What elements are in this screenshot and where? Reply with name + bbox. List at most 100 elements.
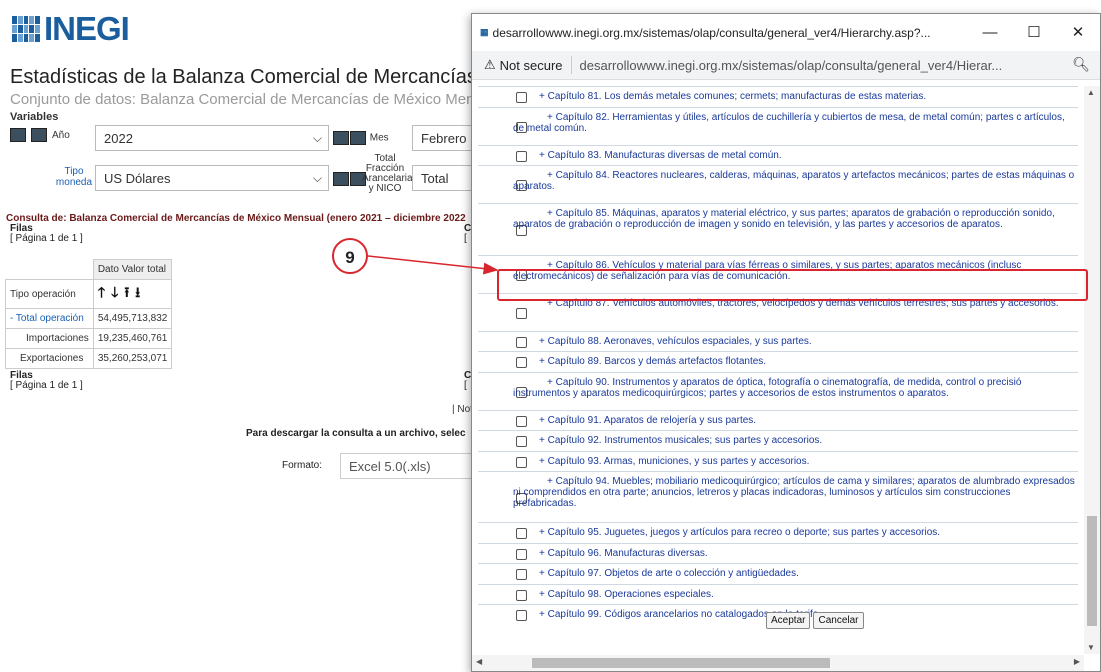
chapter-checkbox[interactable] bbox=[516, 357, 527, 368]
mes-select[interactable]: Febrero bbox=[412, 125, 474, 151]
address-bar[interactable]: ⚠ Not secure desarrollowww.inegi.org.mx/… bbox=[472, 51, 1100, 80]
fraccion-value: Total bbox=[421, 171, 449, 186]
logo-mark-icon bbox=[12, 16, 40, 42]
mes-label: Mes bbox=[369, 132, 389, 144]
chapter-checkbox[interactable] bbox=[516, 590, 527, 601]
warning-icon[interactable]: ⚠ bbox=[484, 57, 496, 73]
minimize-button[interactable]: — bbox=[968, 14, 1012, 51]
dimension-icon[interactable] bbox=[333, 131, 349, 145]
chapter-item[interactable]: + Capítulo 91. Aparatos de relojería y s… bbox=[478, 410, 1078, 431]
dialog-buttons: Aceptar Cancelar bbox=[766, 612, 864, 629]
chapter-list: + Capítulo 81. Los demás metales comunes… bbox=[472, 86, 1082, 654]
tipo-moneda-label[interactable]: Tipo moneda bbox=[54, 166, 94, 188]
vertical-scrollbar[interactable]: ▲ ▼ bbox=[1084, 86, 1100, 654]
formato-select[interactable]: Excel 5.0(.xls) bbox=[340, 453, 472, 479]
chevron-down-icon: ⌵ bbox=[312, 171, 322, 185]
chapter-checkbox[interactable] bbox=[516, 92, 527, 103]
anio-select[interactable]: 2022 ⌵ bbox=[95, 125, 329, 151]
chapter-item[interactable]: + Capítulo 89. Barcos y demás artefactos… bbox=[478, 351, 1078, 373]
not-secure-label[interactable]: Not secure bbox=[500, 58, 563, 73]
chapter-label: + Capítulo 82. Herramientas y útiles, ar… bbox=[513, 112, 1065, 134]
row-value: 54,495,713,832 bbox=[92, 308, 173, 329]
address-separator bbox=[570, 56, 572, 74]
chevron-down-icon: ⌵ bbox=[312, 131, 322, 145]
dimension-icon[interactable] bbox=[350, 131, 366, 145]
pagina-text: [ Página 1 de 1 ] bbox=[10, 233, 83, 244]
anio-label: Año bbox=[52, 129, 70, 141]
scroll-thumb[interactable] bbox=[1087, 516, 1097, 626]
pagina-text: [ Página 1 de 1 ] bbox=[10, 380, 83, 391]
filas-block: Filas [ Página 1 de 1 ] bbox=[10, 224, 83, 244]
chapter-label: + Capítulo 84. Reactores nucleares, cald… bbox=[513, 170, 1075, 192]
row-value: 35,260,253,071 bbox=[92, 348, 173, 369]
tipo-moneda-select[interactable]: US Dólares ⌵ bbox=[95, 165, 329, 191]
chapter-checkbox[interactable] bbox=[516, 457, 527, 468]
chapter-label: + Capítulo 83. Manufacturas diversas de … bbox=[539, 150, 782, 161]
chapter-label: + Capítulo 89. Barcos y demás artefactos… bbox=[539, 356, 767, 367]
tipo-moneda-value: US Dólares bbox=[104, 171, 171, 186]
row-label[interactable]: - Total operación bbox=[5, 308, 94, 329]
chapter-label: + Capítulo 88. Aeronaves, vehículos espa… bbox=[539, 336, 812, 347]
chapter-item[interactable]: + Capítulo 96. Manufacturas diversas. bbox=[478, 543, 1078, 564]
chapter-label: + Capítulo 85. Máquinas, aparatos y mate… bbox=[513, 208, 1055, 230]
dimension-icon[interactable] bbox=[31, 128, 47, 142]
site-favicon-icon: ▦ bbox=[480, 27, 489, 37]
logo-text: INEGI bbox=[44, 10, 130, 47]
chapter-checkbox[interactable] bbox=[516, 610, 527, 621]
header-dato: Dato Valor total bbox=[92, 259, 173, 280]
row-label: Exportaciones bbox=[5, 348, 94, 369]
popup-titlebar[interactable]: ▦ desarrollowww.inegi.org.mx/sistemas/ol… bbox=[472, 14, 1100, 51]
formato-value: Excel 5.0(.xls) bbox=[349, 459, 431, 474]
dimension-icon[interactable] bbox=[10, 128, 26, 142]
chapter-item[interactable]: + Capítulo 94. Muebles; mobiliario medic… bbox=[478, 471, 1078, 523]
chapter-item[interactable]: + Capítulo 85. Máquinas, aparatos y mate… bbox=[478, 203, 1078, 256]
dimension-icon[interactable] bbox=[333, 172, 349, 186]
chapter-label: + Capítulo 91. Aparatos de relojería y s… bbox=[539, 415, 757, 426]
chapter-item[interactable]: + Capítulo 93. Armas, municiones, y sus … bbox=[478, 451, 1078, 472]
accept-button[interactable]: Aceptar bbox=[766, 612, 811, 629]
chapter-checkbox[interactable] bbox=[516, 308, 527, 319]
close-button[interactable]: ✕ bbox=[1056, 14, 1100, 51]
chapter-label: + Capítulo 98. Operaciones especiales. bbox=[539, 589, 714, 600]
table-row: - Total operación 54,495,713,832 bbox=[5, 308, 173, 329]
cancel-button[interactable]: Cancelar bbox=[813, 612, 864, 629]
chapter-item[interactable]: + Capítulo 82. Herramientas y útiles, ar… bbox=[478, 107, 1078, 146]
url-text[interactable]: desarrollowww.inegi.org.mx/sistemas/olap… bbox=[580, 58, 1003, 73]
chapter-checkbox[interactable] bbox=[516, 569, 527, 580]
chapter-item[interactable]: + Capítulo 83. Manufacturas diversas de … bbox=[478, 145, 1078, 166]
highlight-box bbox=[497, 269, 1088, 301]
scroll-down-icon[interactable]: ▼ bbox=[1087, 643, 1095, 652]
scroll-left-icon[interactable]: ◀ bbox=[476, 657, 482, 666]
table-row: Exportaciones 35,260,253,071 bbox=[5, 348, 173, 369]
hscroll-thumb[interactable] bbox=[532, 658, 830, 668]
chapter-item[interactable]: + Capítulo 84. Reactores nucleares, cald… bbox=[478, 165, 1078, 204]
chapter-item[interactable]: + Capítulo 90. Instrumentos y aparatos d… bbox=[478, 372, 1078, 411]
chapter-checkbox[interactable] bbox=[516, 528, 527, 539]
columnas-pagina: [ bbox=[464, 380, 467, 391]
chapter-item[interactable]: + Capítulo 98. Operaciones especiales. bbox=[478, 584, 1078, 605]
chapter-item[interactable]: + Capítulo 88. Aeronaves, vehículos espa… bbox=[478, 331, 1078, 352]
chapter-checkbox[interactable] bbox=[516, 549, 527, 560]
zoom-icon[interactable]: 🔍︎ bbox=[1072, 56, 1090, 73]
sort-arrows[interactable]: 🡑🡓⭱⭳ bbox=[92, 279, 173, 309]
page-subtitle: Conjunto de datos: Balanza Comercial de … bbox=[10, 91, 482, 108]
row-label: Importaciones bbox=[5, 328, 94, 349]
horizontal-scrollbar[interactable]: ◀ ▶ bbox=[472, 655, 1084, 671]
row-value: 19,235,460,761 bbox=[92, 328, 173, 349]
variables-label: Variables bbox=[10, 111, 59, 123]
scroll-right-icon[interactable]: ▶ bbox=[1074, 657, 1080, 666]
chapter-checkbox[interactable] bbox=[516, 337, 527, 348]
chapter-item[interactable]: + Capítulo 92. Instrumentos musicales; s… bbox=[478, 430, 1078, 452]
chapter-item[interactable]: + Capítulo 97. Objetos de arte o colecci… bbox=[478, 563, 1078, 585]
chapter-item[interactable]: + Capítulo 81. Los demás metales comunes… bbox=[478, 86, 1078, 108]
scroll-up-icon[interactable]: ▲ bbox=[1087, 88, 1095, 97]
chapter-checkbox[interactable] bbox=[516, 416, 527, 427]
fraccion-select[interactable]: Total bbox=[412, 165, 474, 191]
maximize-button[interactable]: ☐ bbox=[1012, 14, 1056, 51]
chapter-label: + Capítulo 81. Los demás metales comunes… bbox=[539, 91, 927, 102]
chapter-checkbox[interactable] bbox=[516, 151, 527, 162]
chapter-checkbox[interactable] bbox=[516, 436, 527, 447]
chapter-item[interactable]: + Capítulo 95. Juguetes, juegos y artícu… bbox=[478, 522, 1078, 544]
download-instructions: Para descargar la consulta a un archivo,… bbox=[246, 428, 466, 439]
columnas-pagina: [ bbox=[464, 233, 467, 244]
